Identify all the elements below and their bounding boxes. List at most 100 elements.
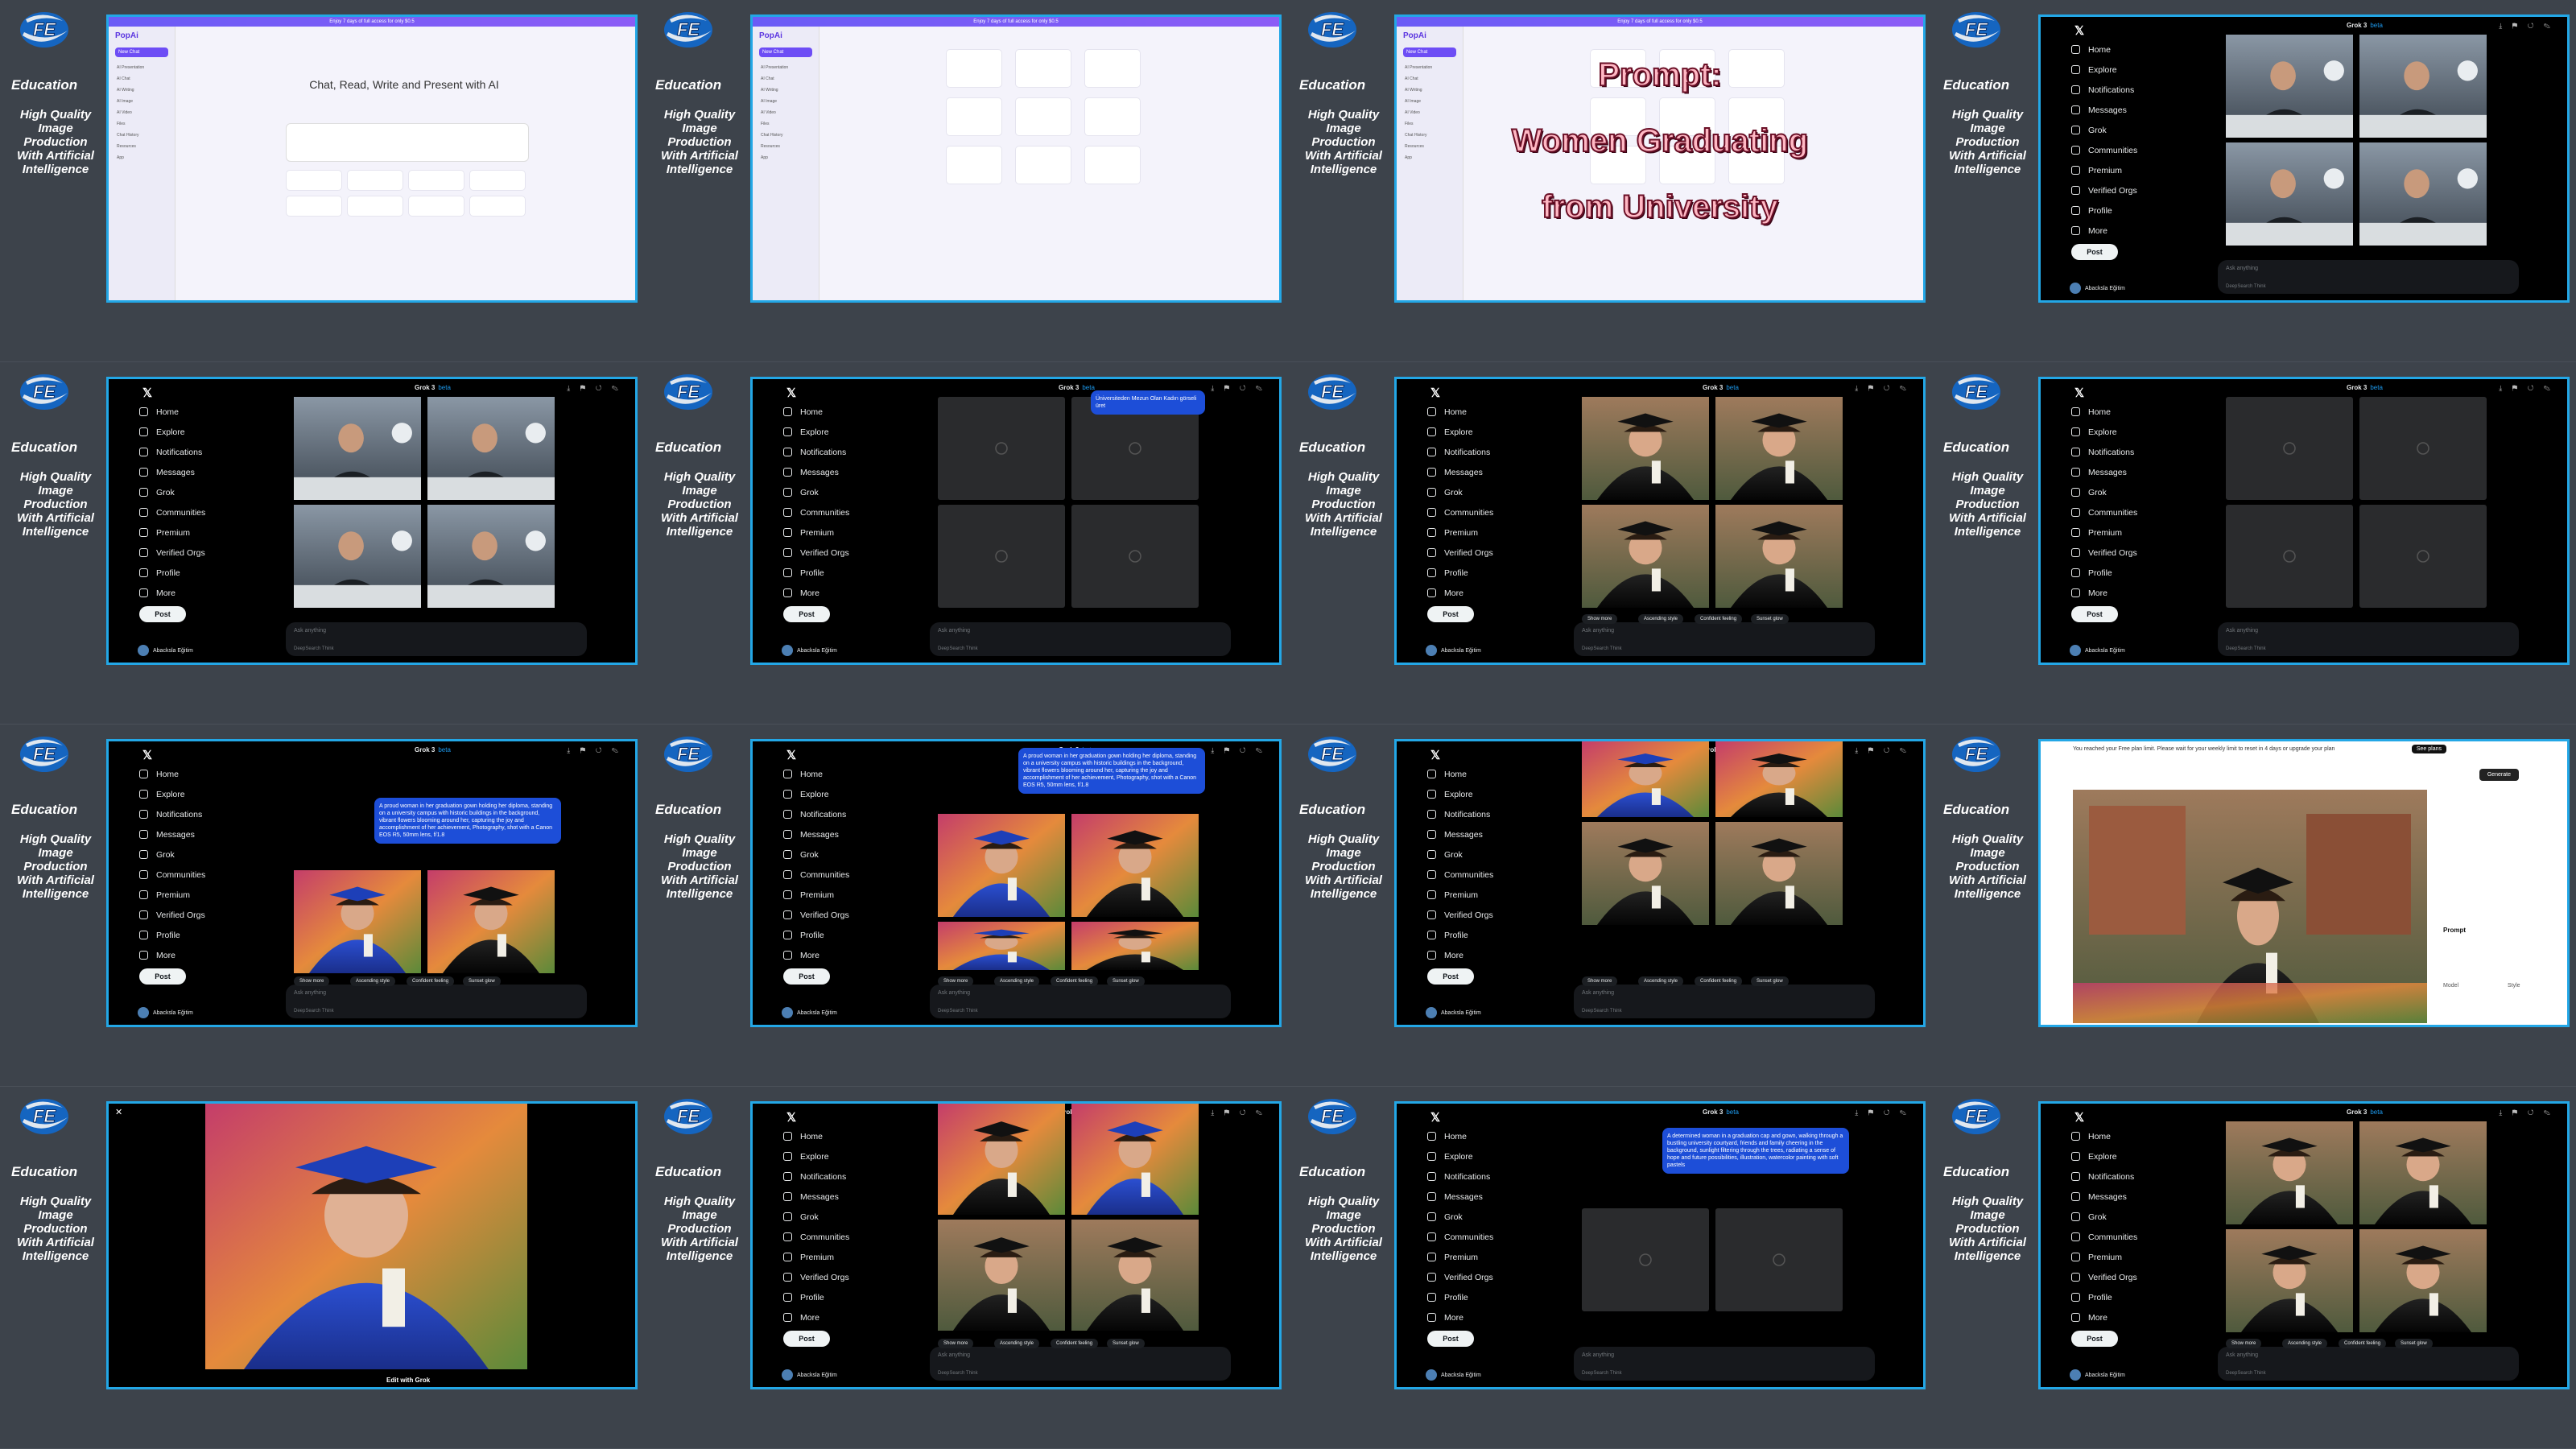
feature-card[interactable] <box>469 170 526 191</box>
sidebar-item[interactable]: AI Video <box>1405 110 1420 115</box>
suggestion-pill[interactable]: Ascending style <box>1638 976 1684 986</box>
suggestion-pill[interactable]: Confident feeling <box>1051 1339 1099 1348</box>
tagline: High Quality Image Production With Artif… <box>1305 832 1382 901</box>
sidebar-item[interactable]: AI Presentation <box>117 65 144 70</box>
suggestion-pill[interactable]: Ascending style <box>994 1339 1040 1348</box>
suggestion-pill[interactable]: Show more <box>2226 1339 2262 1348</box>
feature-card[interactable] <box>469 196 526 217</box>
suggestion-pill[interactable]: Show more <box>294 976 330 986</box>
svg-text:FE: FE <box>33 1106 56 1126</box>
sidebar-item[interactable]: AI Image <box>761 99 777 104</box>
sidebar-item[interactable]: AI Video <box>117 110 132 115</box>
prompt-overlay-text: Prompt: <box>1597 56 1722 93</box>
sidebar-item[interactable]: AI Presentation <box>761 65 788 70</box>
suggestion-pill[interactable]: Sunset glow <box>2395 1339 2433 1348</box>
template-card[interactable] <box>1084 97 1141 136</box>
feature-card[interactable] <box>408 170 464 191</box>
template-card[interactable] <box>1015 97 1071 136</box>
promo-banner[interactable]: Enjoy 7 days of full access for only $0.… <box>1397 17 1923 27</box>
generated-images[interactable] <box>109 379 638 665</box>
template-card[interactable] <box>1084 49 1141 88</box>
education-label: Education <box>11 802 78 817</box>
svg-text:FE: FE <box>1965 1106 1988 1126</box>
new-chat-button[interactable]: New Chat <box>115 47 168 57</box>
sidebar-item[interactable]: Chat History <box>761 133 783 138</box>
suggestion-pill[interactable]: Sunset glow <box>1751 976 1789 986</box>
suggestion-pill[interactable]: Sunset glow <box>1107 1339 1145 1348</box>
promo-banner[interactable]: Enjoy 7 days of full access for only $0.… <box>109 17 635 27</box>
suggestion-pill[interactable]: Confident feeling <box>1051 976 1099 986</box>
fe-logo: FE <box>1946 733 2006 776</box>
user-prompt-bubble: A proud woman in her graduation gown hol… <box>1018 748 1205 794</box>
suggestion-pill[interactable]: Confident feeling <box>1695 976 1743 986</box>
graduation-image[interactable] <box>2041 741 2570 1027</box>
full-image-view[interactable] <box>109 1104 638 1389</box>
suggestion-pill[interactable]: Sunset glow <box>463 976 501 986</box>
suggestion-pill[interactable]: Show more <box>938 976 974 986</box>
screenshot-frame: ✕ Edit with Grok <box>106 1101 638 1389</box>
channel-label: FE Education High Quality Image Production… <box>644 362 749 724</box>
education-label: Education <box>11 440 78 455</box>
suggestion-pill[interactable]: Ascending style <box>2282 1339 2328 1348</box>
feature-card[interactable] <box>347 170 403 191</box>
generated-images[interactable] <box>2041 379 2570 665</box>
screenshot-frame: Enjoy 7 days of full access for only $0.… <box>750 14 1282 303</box>
user-prompt-bubble: A proud woman in her graduation gown hol… <box>374 798 561 844</box>
channel-label: FE Education High Quality Image Production… <box>1932 724 2037 1087</box>
suggestion-pill[interactable]: Show more <box>1582 976 1618 986</box>
channel-label: FE Education High Quality Image Production… <box>0 1087 105 1449</box>
suggestion-pill[interactable]: Confident feeling <box>407 976 455 986</box>
suggestion-pill[interactable]: Ascending style <box>1638 614 1684 624</box>
education-label: Education <box>1943 1164 2010 1179</box>
suggestion-pill[interactable]: Sunset glow <box>1751 614 1789 624</box>
feature-card[interactable] <box>286 170 342 191</box>
suggestion-pill[interactable]: Show more <box>1582 614 1618 624</box>
screenshot-frame: 𝕏 Home Explore Notifications Messages Grok Com… <box>1394 739 1926 1027</box>
fe-logo: FE <box>1302 733 1362 776</box>
template-card[interactable] <box>946 97 1002 136</box>
sidebar-item[interactable]: App <box>761 155 768 160</box>
education-label: Education <box>655 1164 722 1179</box>
svg-text:FE: FE <box>33 744 56 764</box>
feature-card[interactable] <box>286 196 342 217</box>
template-card[interactable] <box>1084 146 1141 184</box>
channel-label: FE Education High Quality Image Production… <box>0 724 105 1087</box>
chat-input[interactable] <box>286 123 529 162</box>
close-icon[interactable]: ✕ <box>115 1107 122 1117</box>
sidebar-item[interactable]: AI Image <box>117 99 133 104</box>
sidebar-item[interactable]: AI Video <box>761 110 776 115</box>
screenshot-frame: Enjoy 7 days of full access for only $0.… <box>106 14 638 303</box>
promo-banner[interactable]: Enjoy 7 days of full access for only $0.… <box>753 17 1279 27</box>
template-card[interactable] <box>946 49 1002 88</box>
feature-card[interactable] <box>347 196 403 217</box>
popai-logo: PopAi <box>1403 31 1426 40</box>
sidebar-item[interactable]: AI Image <box>1405 99 1421 104</box>
template-card[interactable] <box>1015 49 1071 88</box>
feature-card[interactable] <box>408 196 464 217</box>
sidebar-item[interactable]: Resources <box>117 144 136 149</box>
suggestion-pill[interactable]: Sunset glow <box>1107 976 1145 986</box>
generated-images[interactable] <box>753 379 1282 665</box>
generated-images[interactable] <box>2041 17 2570 303</box>
sidebar-item[interactable]: App <box>117 155 124 160</box>
suggestion-pill[interactable]: Ascending style <box>994 976 1040 986</box>
sidebar-item[interactable]: AI Chat <box>761 76 774 81</box>
suggestion-pill[interactable]: Confident feeling <box>1695 614 1743 624</box>
channel-label: FE Education High Quality Image Production… <box>0 362 105 724</box>
suggestion-pill[interactable]: Ascending style <box>350 976 396 986</box>
template-card[interactable] <box>946 146 1002 184</box>
suggestion-pill[interactable]: Show more <box>938 1339 974 1348</box>
tagline: High Quality Image Production With Artif… <box>17 832 94 901</box>
sidebar-item[interactable]: Chat History <box>117 133 139 138</box>
edit-with-grok-button[interactable]: Edit with Grok <box>386 1377 430 1384</box>
sidebar-item[interactable]: Resources <box>761 144 780 149</box>
svg-text:FE: FE <box>1321 744 1344 764</box>
template-card[interactable] <box>1015 146 1071 184</box>
new-chat-button[interactable]: New Chat <box>759 47 812 57</box>
sidebar-item[interactable]: Files <box>761 122 770 126</box>
sidebar-item[interactable]: Files <box>117 122 126 126</box>
suggestion-pill[interactable]: Confident feeling <box>2339 1339 2387 1348</box>
education-label: Education <box>1299 1164 1366 1179</box>
new-chat-button[interactable]: New Chat <box>1403 47 1456 57</box>
sidebar-item[interactable]: AI Writing <box>761 88 778 93</box>
